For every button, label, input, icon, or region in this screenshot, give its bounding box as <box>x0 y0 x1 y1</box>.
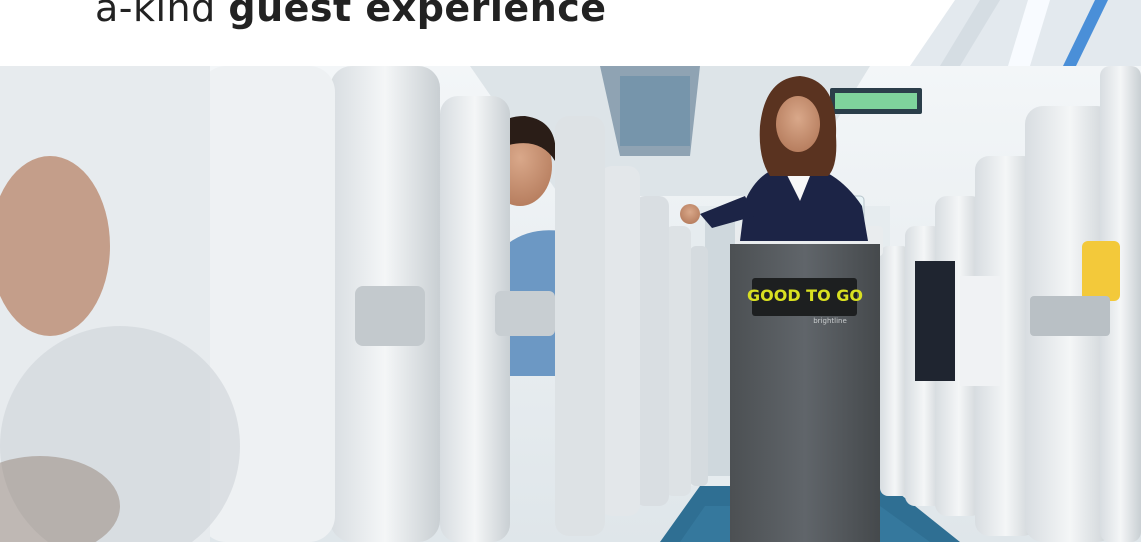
service-cart: GOOD TO GO brightline <box>730 195 883 542</box>
headline-prefix: a-kind <box>95 0 216 30</box>
train-cabin-photo: GOOD TO GO brightline <box>0 66 1141 542</box>
headline: a-kind guest experience <box>95 0 607 30</box>
cart-sign: GOOD TO GO <box>747 286 863 305</box>
cart-sub: brightline <box>813 317 847 325</box>
ceiling-light-strip <box>910 0 1141 66</box>
headline-bold: guest experience <box>228 0 607 30</box>
